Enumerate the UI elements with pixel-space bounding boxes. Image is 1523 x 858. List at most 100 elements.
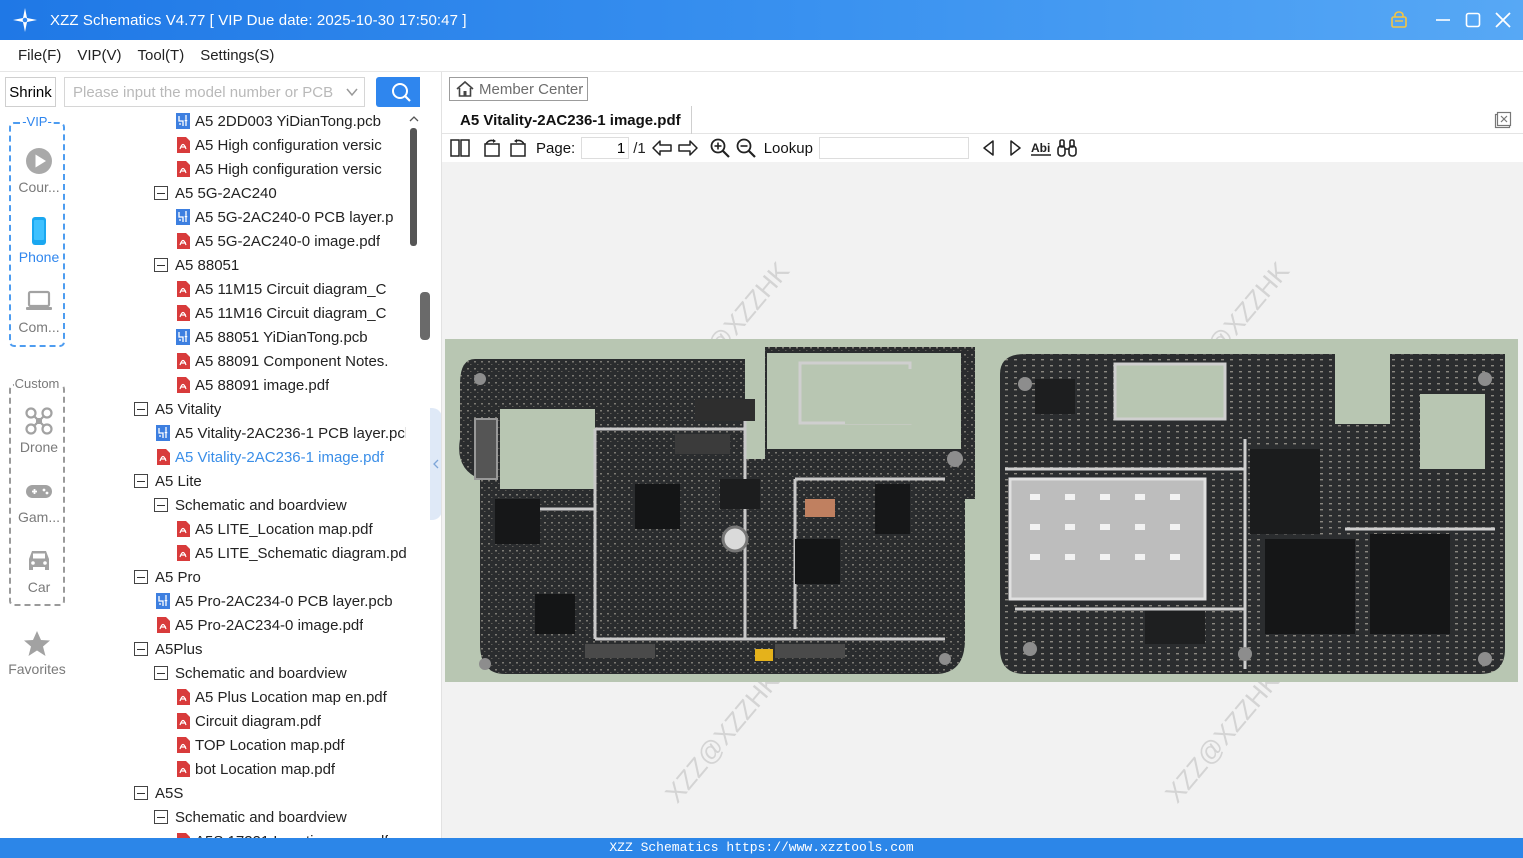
menu-settings[interactable]: Settings(S) <box>192 40 282 72</box>
tree-row[interactable]: A5 LITE_Location map.pdf <box>176 517 373 541</box>
collapse-toggle-icon[interactable] <box>154 258 168 272</box>
menu-file[interactable]: File(F) <box>10 40 69 72</box>
tree-row[interactable]: A5 Vitality <box>134 397 221 421</box>
collapse-toggle-icon[interactable] <box>134 474 148 488</box>
model-search-combobox[interactable] <box>64 77 365 107</box>
tree-row[interactable]: A5 LITE_Schematic diagram.pdf <box>176 541 406 565</box>
collapse-toggle-icon[interactable] <box>154 498 168 512</box>
zoom-in-icon[interactable] <box>708 136 732 160</box>
tree-row[interactable]: Schematic and boardview <box>154 805 347 829</box>
tree-row[interactable]: A5 Pro-2AC234-0 PCB layer.pcb <box>156 589 393 613</box>
collapse-toggle-icon[interactable] <box>134 642 148 656</box>
search-button[interactable] <box>376 77 425 107</box>
page-number-input[interactable] <box>581 137 630 159</box>
tree-row[interactable]: A5S <box>134 781 183 805</box>
tree-row[interactable]: A5 88091 Component Notes. <box>176 349 388 373</box>
rail-item-computer[interactable]: Com... <box>11 286 67 335</box>
close-tab-icon[interactable] <box>1493 110 1513 130</box>
menu-vip[interactable]: VIP(V) <box>69 40 129 72</box>
tree-row[interactable]: A5 Plus Location map en.pdf <box>176 685 387 709</box>
pane-splitter[interactable] <box>420 72 430 838</box>
rail-item-drone[interactable]: Drone <box>11 406 67 455</box>
tree-row[interactable]: A5 88051 YiDianTong.pcb <box>176 325 368 349</box>
match-case-icon[interactable]: Abi <box>1029 136 1053 160</box>
tree-row[interactable]: A5 88051 <box>154 253 239 277</box>
search-row: Shrink <box>0 72 430 112</box>
tree-item-label: A5 5G-2AC240 <box>175 184 277 202</box>
next-page-icon[interactable] <box>676 136 700 160</box>
tree-scrollbar[interactable] <box>408 112 420 838</box>
tree-row[interactable]: Schematic and boardview <box>154 661 347 685</box>
tree-item-label: Schematic and boardview <box>175 664 347 682</box>
tree-row[interactable]: A5 Vitality-2AC236-1 PCB layer.pcb <box>156 421 406 445</box>
star-icon <box>24 631 50 656</box>
two-page-view-icon[interactable] <box>448 136 472 160</box>
collapse-toggle-icon[interactable] <box>154 810 168 824</box>
lookup-input[interactable] <box>818 137 969 159</box>
rail-item-car[interactable]: Car <box>11 546 67 595</box>
pcb-file-icon <box>176 329 190 345</box>
tree-row[interactable]: Circuit diagram.pdf <box>176 709 321 733</box>
tree-scroll-thumb[interactable] <box>410 128 417 246</box>
splitter-handle[interactable] <box>420 292 430 340</box>
pdf-file-icon <box>177 137 190 153</box>
collapse-toggle-icon[interactable] <box>134 402 148 416</box>
search-input[interactable] <box>65 78 340 106</box>
shrink-button[interactable]: Shrink <box>5 77 56 107</box>
collapse-toggle-icon[interactable] <box>134 786 148 800</box>
favorites-label: Favorites <box>8 661 66 677</box>
pdf-viewer[interactable]: XZZ@XZZHK XZZ@XZZHK XZZ@XZZHK XZZ@XZZHK <box>442 162 1523 838</box>
tree-row[interactable]: A5 11M15 Circuit diagram_C <box>176 277 386 301</box>
pdf-file-icon <box>177 353 190 369</box>
maximize-icon[interactable] <box>1463 10 1483 30</box>
tree-row[interactable]: A5 5G-2AC240-0 PCB layer.p <box>176 205 393 229</box>
find-previous-icon[interactable] <box>977 136 1001 160</box>
tree-row[interactable]: A5 Vitality-2AC236-1 image.pdf <box>156 445 384 469</box>
find-next-icon[interactable] <box>1003 136 1027 160</box>
svg-text:Abi: Abi <box>1031 141 1050 155</box>
tree-row[interactable]: A5 High configuration versic <box>176 157 382 181</box>
rail-item-game[interactable]: Gam... <box>11 476 67 525</box>
previous-page-icon[interactable] <box>650 136 674 160</box>
rotate-right-icon[interactable] <box>506 136 530 160</box>
member-center-label: Member Center <box>479 80 584 98</box>
tree-row[interactable]: TOP Location map.pdf <box>176 733 345 757</box>
rail-item-label: Phone <box>18 249 60 265</box>
tree-row[interactable]: A5 88091 image.pdf <box>176 373 329 397</box>
window-controls <box>1389 0 1513 40</box>
tree-row[interactable]: A5 Pro <box>134 565 201 589</box>
app-window: XZZ Schematics V4.77 [ VIP Due date: 202… <box>0 0 1523 858</box>
chevron-down-icon[interactable] <box>340 85 364 99</box>
tree-row[interactable]: A5 5G-2AC240 <box>154 181 277 205</box>
tree-row[interactable]: A5 High configuration versic <box>176 133 382 157</box>
menu-tool[interactable]: Tool(T) <box>130 40 193 72</box>
tree-row[interactable]: A5S 17321 Location map.pdf <box>176 829 388 838</box>
tree-row[interactable]: A5Plus <box>134 637 203 661</box>
zoom-out-icon[interactable] <box>734 136 758 160</box>
rail-item-favorites[interactable]: Favorites <box>0 629 74 677</box>
rail-item-phone[interactable]: Phone <box>11 216 67 265</box>
rotate-left-icon[interactable] <box>480 136 504 160</box>
tree-row[interactable]: A5 5G-2AC240-0 image.pdf <box>176 229 380 253</box>
close-icon[interactable] <box>1493 10 1513 30</box>
collapse-toggle-icon[interactable] <box>154 666 168 680</box>
tree-row[interactable]: A5 2DD003 YiDianTong.pcb <box>176 112 381 133</box>
app-logo-icon <box>0 0 50 40</box>
tree-row[interactable]: A5 Pro-2AC234-0 image.pdf <box>156 613 363 637</box>
collapse-toggle-icon[interactable] <box>154 186 168 200</box>
document-tab[interactable]: A5 Vitality-2AC236-1 image.pdf <box>450 106 692 134</box>
tree-row[interactable]: bot Location map.pdf <box>176 757 335 781</box>
tree-row[interactable]: A5 11M16 Circuit diagram_C <box>176 301 386 325</box>
member-center-button[interactable]: Member Center <box>449 77 588 101</box>
scroll-up-icon[interactable] <box>409 114 419 124</box>
binoculars-icon[interactable] <box>1055 136 1079 160</box>
rail-item-courses[interactable]: Cour... <box>11 146 67 195</box>
rail-item-label: Com... <box>18 319 60 335</box>
tree-row[interactable]: Schematic and boardview <box>154 493 347 517</box>
tree-row[interactable]: A5 Lite <box>134 469 202 493</box>
collapse-toggle-icon[interactable] <box>134 570 148 584</box>
tree-item-label: A5 Vitality-2AC236-1 image.pdf <box>175 448 385 466</box>
pdf-page-image <box>445 339 1518 682</box>
lock-icon[interactable] <box>1389 10 1409 30</box>
minimize-icon[interactable] <box>1433 10 1453 30</box>
